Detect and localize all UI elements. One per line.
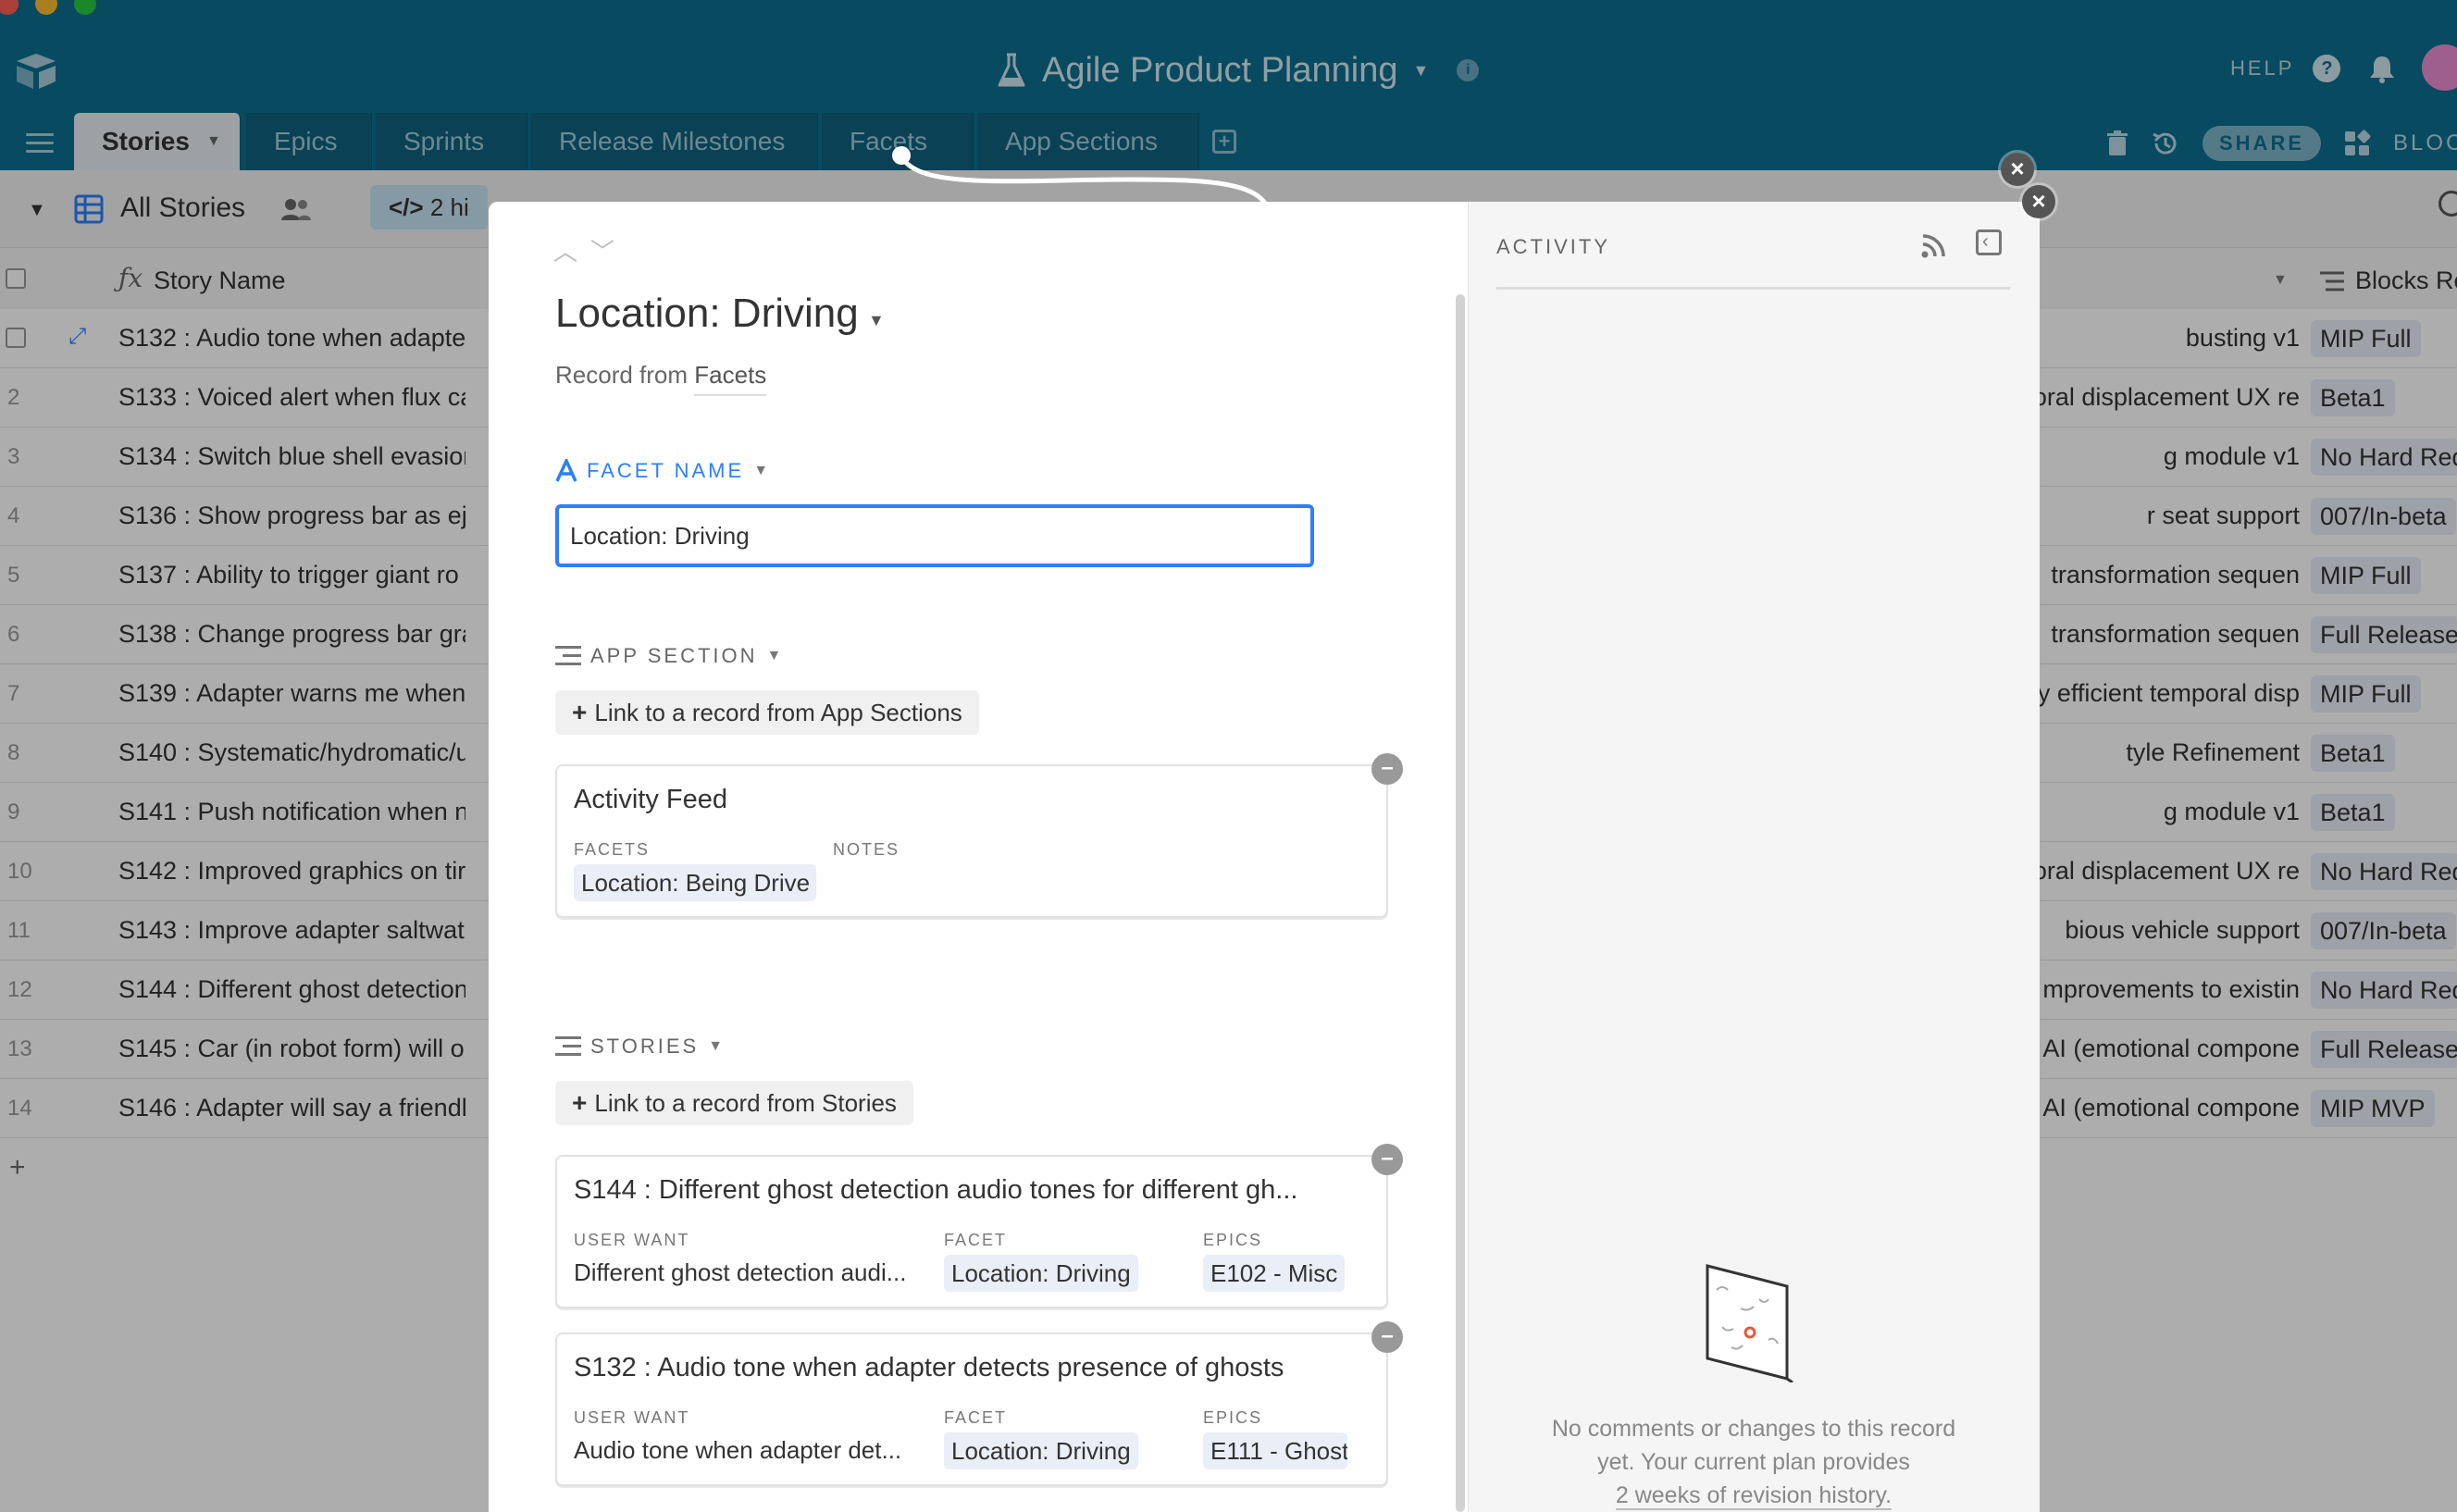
card-title: Activity Feed bbox=[574, 785, 727, 814]
panel-scrollbar[interactable] bbox=[1456, 294, 1465, 1512]
close-modal-icon[interactable]: × bbox=[2022, 185, 2055, 218]
card-title: S144 : Different ghost detection audio t… bbox=[574, 1175, 1298, 1205]
linked-record-field-icon bbox=[555, 1036, 581, 1057]
close-outer-icon[interactable]: × bbox=[2001, 153, 2034, 186]
plus-icon: + bbox=[572, 698, 588, 726]
unlink-record-button[interactable]: – bbox=[1371, 1144, 1403, 1175]
card-user-want-value: Audio tone when adapter det... bbox=[574, 1436, 902, 1464]
card-user-want-value: Different ghost detection audi... bbox=[574, 1258, 907, 1286]
text-field-icon bbox=[555, 459, 577, 482]
next-record-icon[interactable]: ﹀ bbox=[590, 238, 627, 266]
field-caret-icon[interactable]: ▼ bbox=[708, 1038, 726, 1055]
field-caret-icon[interactable]: ▼ bbox=[767, 648, 785, 664]
plus-icon: + bbox=[572, 1088, 588, 1117]
previous-record-icon[interactable]: ︿ bbox=[553, 238, 590, 266]
unlink-record-button[interactable]: – bbox=[1371, 753, 1403, 785]
card-facet-chip: Location: Driving bbox=[944, 1432, 1138, 1469]
card-label-epics: EPICS bbox=[1203, 1408, 1263, 1427]
stories-label: STORIES ▼ bbox=[555, 1035, 726, 1059]
rss-feed-icon[interactable] bbox=[1920, 231, 1948, 259]
empty-activity-message: No comments or changes to this record ye… bbox=[1551, 1416, 1956, 1510]
card-epic-chip: E111 - Ghost bbox=[1203, 1432, 1347, 1469]
card-title: S132 : Audio tone when adapter detects p… bbox=[574, 1353, 1284, 1382]
facet-name-label: FACET NAME ▼ bbox=[555, 459, 771, 483]
card-label-facet: FACET bbox=[944, 1408, 1008, 1427]
card-facet-chip: Location: Driving bbox=[944, 1255, 1138, 1292]
record-menu-caret-icon[interactable]: ▼ bbox=[868, 311, 885, 330]
record-nav-arrows: ︿﹀ bbox=[553, 233, 627, 267]
record-expansion-modal: ︿﹀ Location: Driving ▼ Record from Facet… bbox=[489, 202, 2040, 1512]
linked-story-card[interactable]: S132 : Audio tone when adapter detects p… bbox=[555, 1321, 1403, 1486]
card-epic-chip: E102 - Misc bbox=[1203, 1255, 1346, 1292]
activity-title: ACTIVITY bbox=[1496, 235, 1611, 258]
field-caret-icon[interactable]: ▼ bbox=[753, 463, 771, 479]
record-title: Location: Driving bbox=[555, 291, 859, 336]
record-fields-panel: ︿﹀ Location: Driving ▼ Record from Facet… bbox=[489, 202, 1466, 1512]
activity-divider bbox=[1496, 287, 2010, 290]
facet-name-input[interactable]: Location: Driving bbox=[555, 504, 1314, 567]
linked-story-card[interactable]: S144 : Different ghost detection audio t… bbox=[555, 1144, 1403, 1308]
card-label-epics: EPICS bbox=[1203, 1231, 1263, 1249]
linked-record-field-icon bbox=[555, 646, 581, 666]
activity-panel: ACTIVITY ‹ No comments or changes to thi… bbox=[1468, 202, 2040, 1512]
linked-app-section-card[interactable]: Activity Feed – FACETS NOTES Location: B… bbox=[555, 753, 1403, 918]
empty-history-illustration bbox=[1706, 1264, 1793, 1382]
link-story-button[interactable]: + Link to a record from Stories bbox=[555, 1081, 913, 1125]
record-source: Record from Facets bbox=[555, 361, 767, 396]
link-app-section-button[interactable]: + Link to a record from App Sections bbox=[555, 690, 979, 735]
app-section-label: APP SECTION ▼ bbox=[555, 644, 784, 668]
revision-history-link[interactable]: 2 weeks of revision history. bbox=[1615, 1482, 1892, 1510]
card-label-facet: FACET bbox=[944, 1231, 1008, 1249]
unlink-record-button[interactable]: – bbox=[1371, 1321, 1403, 1353]
source-table-link[interactable]: Facets bbox=[694, 361, 767, 396]
card-facets-chip: Location: Being Drive bbox=[574, 864, 816, 901]
collapse-panel-icon[interactable]: ‹ bbox=[1976, 229, 2002, 255]
card-label-user-want: USER WANT bbox=[574, 1408, 690, 1427]
card-label-user-want: USER WANT bbox=[574, 1231, 690, 1249]
card-label-notes: NOTES bbox=[833, 840, 900, 859]
card-label-facets: FACETS bbox=[574, 840, 651, 859]
